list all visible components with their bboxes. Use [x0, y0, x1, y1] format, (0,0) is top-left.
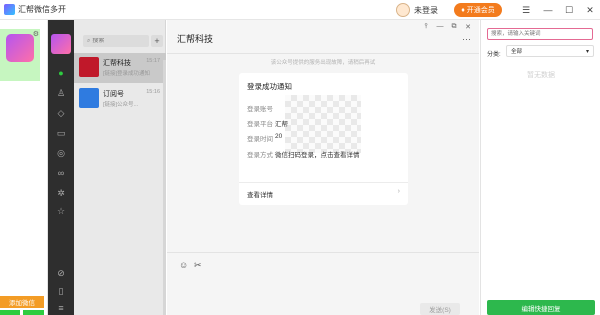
view-details-link[interactable]: 查看详情: [247, 189, 273, 199]
caret-down-icon: ▾: [585, 48, 589, 55]
chevron-right-icon: ›: [397, 188, 400, 195]
row-label: 登录平台: [247, 121, 273, 128]
chat-search-input[interactable]: [92, 38, 147, 44]
gear-icon[interactable]: ⚙: [33, 30, 39, 38]
row-value: 20: [275, 133, 283, 140]
bottom-tab-left[interactable]: [0, 310, 20, 315]
folder-icon[interactable]: ▭: [48, 126, 74, 140]
edit-quick-reply-button[interactable]: 编辑快捷回复: [487, 300, 595, 315]
empty-state: 暂无数据: [527, 72, 555, 79]
user-avatar-icon: [396, 3, 410, 17]
category-label: 分类:: [487, 52, 501, 58]
add-chat-button[interactable]: +: [151, 35, 163, 47]
account-column: ⚙ 添加微信: [0, 20, 48, 315]
diamond-icon: ♦: [461, 6, 465, 14]
maximize-button[interactable]: ☐: [561, 2, 577, 18]
close-button[interactable]: ✕: [582, 2, 598, 18]
contacts-icon[interactable]: ♙: [48, 86, 74, 100]
miniprogram-icon[interactable]: ✲: [48, 186, 74, 200]
chat-minimize-icon[interactable]: —: [433, 23, 447, 31]
chat-name: 订阅号: [103, 91, 124, 98]
chat-item-subscriptions[interactable]: 订阅号 15:16 [链接]公众号...: [74, 84, 166, 114]
row-label: 登录时间: [247, 136, 273, 143]
chat-close-icon[interactable]: ✕: [461, 23, 475, 31]
more-icon[interactable]: ···: [462, 34, 471, 44]
card-divider: [239, 182, 408, 183]
card-title: 登录成功通知: [247, 82, 292, 91]
moments-icon[interactable]: ◎: [48, 146, 74, 160]
chat-name: 汇帮科技: [103, 60, 131, 67]
user-login-label: 未登录: [414, 5, 438, 15]
scissors-icon[interactable]: ✂: [194, 260, 202, 271]
bottom-tab-right[interactable]: [23, 310, 44, 315]
chat-preview: [链接]登录成功通知: [103, 71, 151, 77]
category-value: 全部: [511, 49, 523, 55]
subscription-icon: [79, 88, 99, 108]
chat-time: 15:16: [146, 89, 160, 95]
row-label: 登录方式: [247, 152, 273, 159]
card-row-time: 登录时间 20: [247, 133, 282, 143]
add-wechat-button[interactable]: 添加微信: [0, 296, 44, 308]
vip-label: 开通会员: [466, 7, 495, 14]
chat-icon[interactable]: ●: [48, 66, 74, 80]
account-avatar: [6, 34, 34, 62]
favorites-icon[interactable]: ◇: [48, 106, 74, 120]
chat-preview: [链接]公众号...: [103, 102, 139, 108]
menu-button[interactable]: ☰: [518, 2, 534, 18]
minimize-button[interactable]: —: [540, 2, 556, 18]
nav-sidebar: ● ♙ ◇ ▭ ◎ ∞ ✲ ☆ ⊘ ▯ ≡: [48, 20, 74, 315]
chat-time: 15:17: [146, 58, 160, 64]
redacted-mosaic: [285, 95, 361, 153]
vip-button[interactable]: ♦ 开通会员: [454, 3, 502, 17]
user-login-button[interactable]: 未登录: [396, 2, 438, 18]
quick-reply-panel: 分类: 全部 ▾ 暂无数据 编辑快捷回复: [480, 20, 600, 315]
search-icon: ⌕: [87, 37, 91, 44]
category-select[interactable]: 全部 ▾: [506, 45, 594, 57]
card-row-method: 登录方式 微信扫码登录，点击查看详情: [247, 149, 360, 159]
profile-avatar[interactable]: [51, 34, 71, 54]
chat-list-scrollbar[interactable]: [163, 60, 166, 315]
quick-reply-search[interactable]: [487, 28, 593, 40]
more-menu-icon[interactable]: ≡: [48, 301, 74, 315]
emoji-icon[interactable]: ☺: [179, 260, 188, 270]
row-value: 汇帮: [275, 121, 288, 128]
card-row-account: 登录账号: [247, 103, 275, 113]
service-notice: 该公众号提供的服务出现故障，请稍后再试: [270, 60, 376, 66]
row-label: 登录账号: [247, 106, 273, 113]
huibang-logo-icon: [79, 57, 99, 77]
chat-title: 汇帮科技: [177, 34, 214, 44]
send-button[interactable]: 发送(S): [420, 303, 460, 315]
app-title: 汇帮微信多开: [18, 5, 66, 14]
chat-item-huibang[interactable]: 汇帮科技 15:17 [链接]登录成功通知: [74, 53, 166, 83]
row-value: 微信扫码登录，点击查看详情: [275, 152, 360, 159]
channels-icon[interactable]: ∞: [48, 166, 74, 180]
chat-search[interactable]: ⌕: [83, 35, 149, 47]
chat-window-controls: ⫯ — ⧉ ✕: [419, 23, 475, 31]
card-row-platform: 登录平台 汇帮: [247, 118, 288, 128]
quick-reply-search-input[interactable]: [488, 29, 592, 39]
login-notice-card[interactable]: 登录成功通知 登录账号 登录平台 汇帮 登录时间 20 登录方式 微信扫码登录，…: [239, 73, 408, 205]
app-logo: [4, 4, 15, 15]
mini-programs-icon[interactable]: ⊘: [48, 266, 74, 280]
chat-panel: 汇帮科技 ⫯ — ⧉ ✕ ··· 该公众号提供的服务出现故障，请稍后再试 登录成…: [167, 20, 479, 315]
pin-icon[interactable]: ⫯: [419, 23, 433, 31]
title-bar: 汇帮微信多开 未登录 ♦ 开通会员 ☰ — ☐ ✕: [0, 0, 600, 20]
phone-icon[interactable]: ▯: [48, 284, 74, 298]
chat-header: 汇帮科技 ⫯ — ⧉ ✕ ···: [167, 20, 479, 54]
star-icon[interactable]: ☆: [48, 204, 74, 218]
chat-popout-icon[interactable]: ⧉: [447, 23, 461, 31]
account-card[interactable]: ⚙: [0, 29, 40, 81]
input-divider: [167, 252, 479, 253]
chat-list: ⌕ + 汇帮科技 15:17 [链接]登录成功通知 订阅号 15:16 [链接]…: [74, 20, 166, 315]
